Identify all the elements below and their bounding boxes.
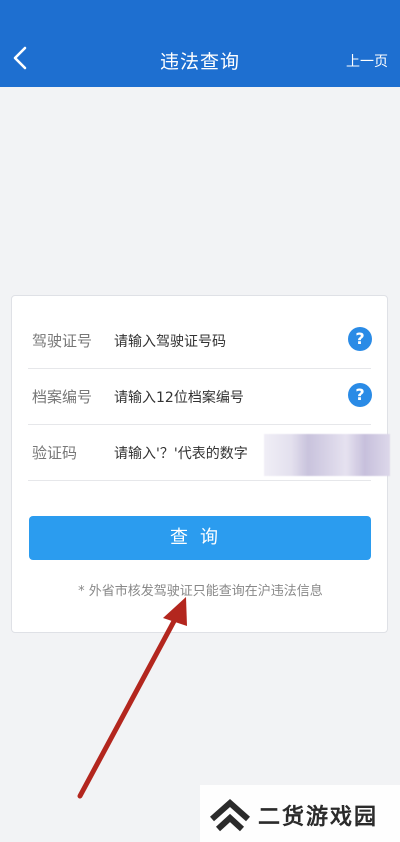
file-number-label: 档案编号 [32,388,93,406]
license-number-label: 驾驶证号 [32,332,93,350]
query-button[interactable]: 查询 [29,516,371,560]
page-title: 违法查询 [159,51,240,73]
question-icon[interactable]: ? [348,327,372,351]
license-number-input[interactable]: 请输入驾驶证号码 [114,331,226,351]
query-form-card: 驾驶证号 请输入驾驶证号码 ? 档案编号 请输入12位档案编号 ? 验证码 请输… [11,295,390,633]
captcha-image[interactable] [264,434,390,476]
captcha-input[interactable]: 请输入'？'代表的数字 [114,443,262,463]
captcha-label: 验证码 [32,444,78,462]
license-number-row: 驾驶证号 请输入驾驶证号码 ? [28,312,372,369]
watermark-logo-icon [210,798,250,832]
watermark: 二货游戏园 [200,785,400,842]
previous-page-link[interactable]: 上一页 [346,51,388,71]
watermark-text: 二货游戏园 [258,805,379,830]
file-number-row: 档案编号 请输入12位档案编号 ? [28,368,372,425]
file-number-input[interactable]: 请输入12位档案编号 [114,387,244,407]
status-bar [0,0,400,30]
scope-note: * 外省市核发驾驶证只能查询在沪违法信息 [78,584,323,599]
question-icon[interactable]: ? [348,383,372,407]
top-nav-bar: 违法查询 上一页 [0,30,400,87]
